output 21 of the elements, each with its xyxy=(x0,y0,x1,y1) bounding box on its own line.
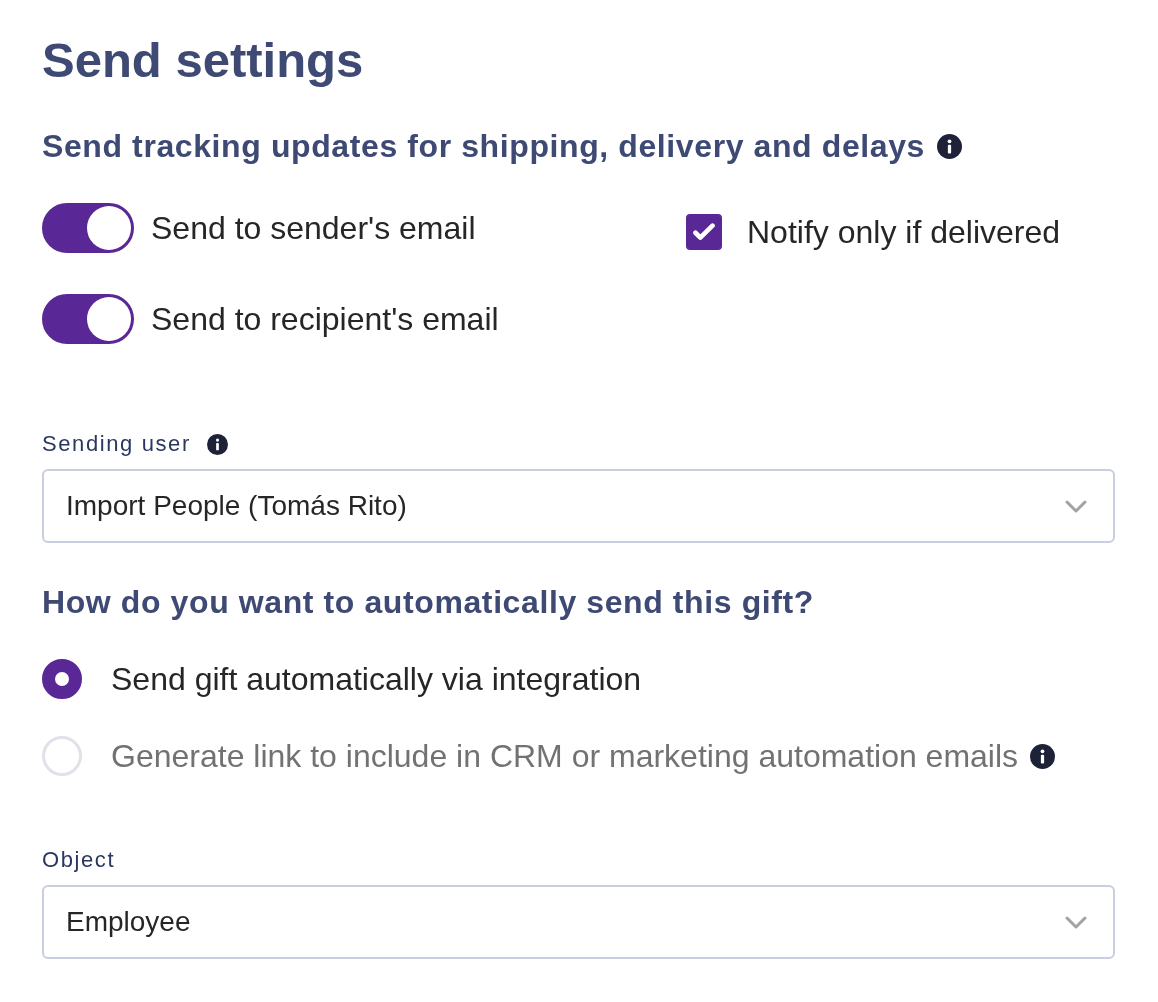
toggle-label: Send to recipient's email xyxy=(151,300,499,338)
radio-label: Generate link to include in CRM or marketing automation emails xyxy=(111,737,1019,775)
chevron-down-icon xyxy=(1065,499,1087,513)
checkbox-label: Notify only if delivered xyxy=(747,213,1061,251)
section-heading: Send tracking updates for shipping, delivery and delays xyxy=(42,128,925,164)
field-label: Object xyxy=(42,848,116,872)
toggle-switch[interactable] xyxy=(42,294,134,344)
object-select[interactable]: Employee xyxy=(42,885,1115,959)
checkbox[interactable] xyxy=(686,214,722,250)
toggle-label: Send to sender's email xyxy=(151,209,476,247)
info-icon[interactable] xyxy=(937,133,962,159)
page-title: Send settings xyxy=(42,34,365,87)
info-icon[interactable] xyxy=(206,433,228,455)
sending-user-select[interactable]: Import People (Tomás Rito) xyxy=(42,469,1115,543)
chevron-down-icon xyxy=(1065,915,1087,929)
radio-button[interactable] xyxy=(42,659,82,699)
section-heading: How do you want to automatically send this gift? xyxy=(42,584,815,620)
check-icon xyxy=(693,223,715,241)
radio-label: Send gift automatically via integration xyxy=(111,660,642,698)
toggle-switch[interactable] xyxy=(42,203,134,253)
field-label: Sending user xyxy=(42,432,191,456)
